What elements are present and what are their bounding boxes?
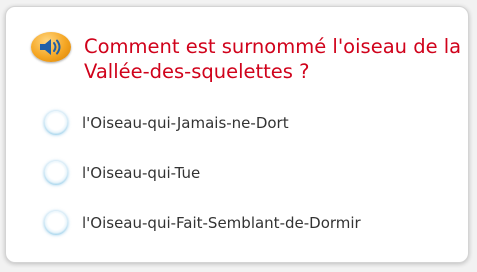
answer-label: l'Oiseau-qui-Tue xyxy=(82,164,201,182)
answer-label: l'Oiseau-qui-Jamais-ne-Dort xyxy=(82,114,289,132)
question-text: Comment est surnommé l'oiseau de la Vall… xyxy=(84,35,462,83)
answer-label: l'Oiseau-qui-Fait-Semblant-de-Dormir xyxy=(82,214,361,232)
speaker-icon[interactable] xyxy=(31,32,71,62)
answer-list: l'Oiseau-qui-Jamais-ne-Dort l'Oiseau-qui… xyxy=(42,107,462,257)
radio-button-icon[interactable] xyxy=(44,161,68,185)
answer-option-3[interactable]: l'Oiseau-qui-Fait-Semblant-de-Dormir xyxy=(42,207,462,257)
answer-option-1[interactable]: l'Oiseau-qui-Jamais-ne-Dort xyxy=(42,107,462,157)
quiz-card: Comment est surnommé l'oiseau de la Vall… xyxy=(5,6,469,263)
answer-option-2[interactable]: l'Oiseau-qui-Tue xyxy=(42,157,462,207)
radio-button-icon[interactable] xyxy=(44,111,68,135)
radio-button-icon[interactable] xyxy=(44,211,68,235)
